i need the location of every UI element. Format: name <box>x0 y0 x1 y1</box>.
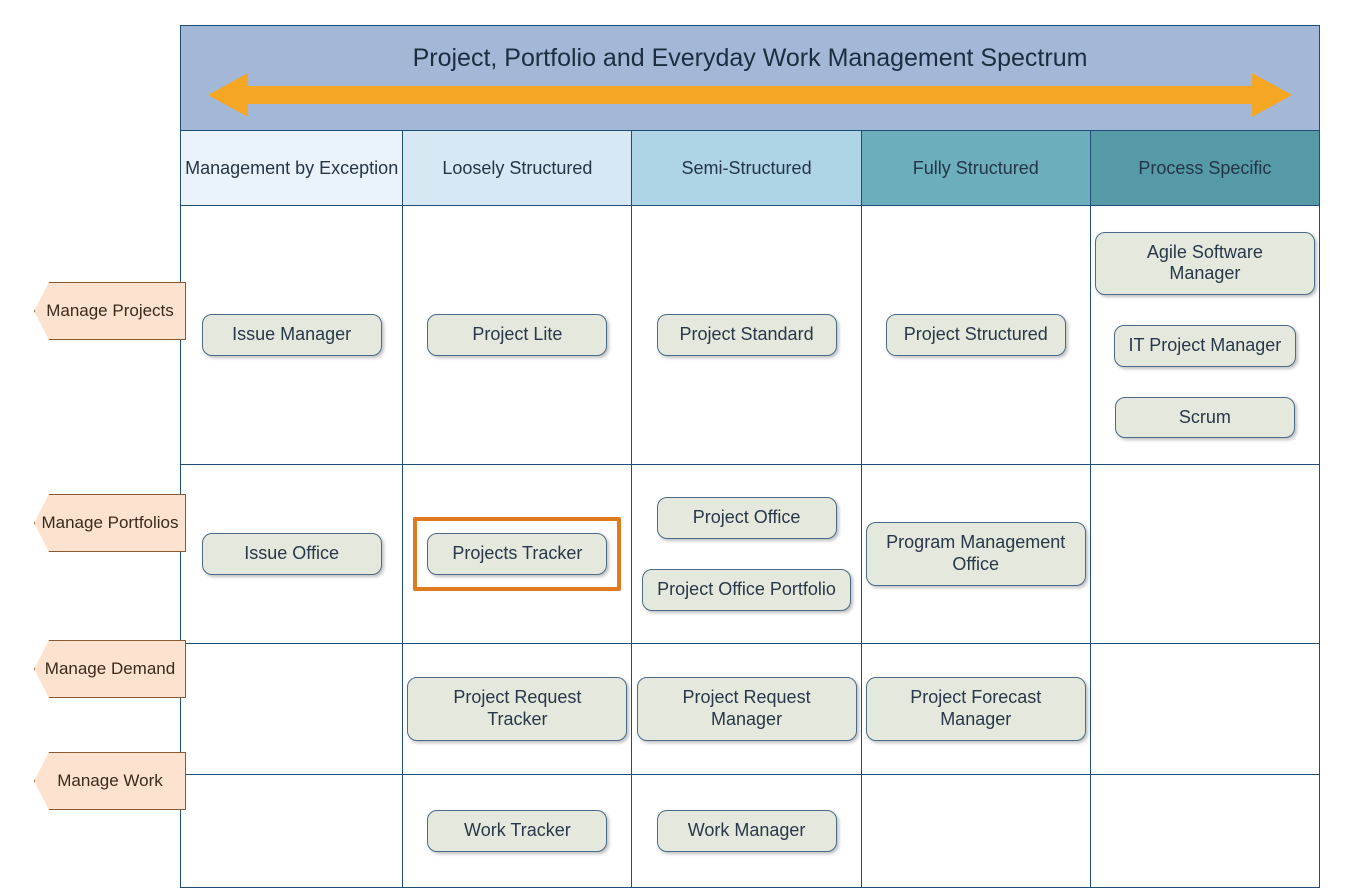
product-chip: Project Office Portfolio <box>642 569 851 611</box>
chip-stack: Project Office Project Office Portfolio <box>636 491 856 616</box>
grid-cell <box>1090 465 1319 644</box>
diagram-title-cell: Project, Portfolio and Everyday Work Man… <box>181 26 1320 131</box>
grid-cell: Projects Tracker <box>403 465 632 644</box>
product-chip: Issue Office <box>202 533 382 575</box>
chip-stack: Project Request Manager <box>636 671 856 746</box>
highlight-frame: Projects Tracker <box>413 517 621 591</box>
grid-cell: Project Lite <box>403 206 632 465</box>
chip-stack: Work Tracker <box>407 804 627 858</box>
chip-stack: Issue Office <box>185 527 398 581</box>
grid-cell: Project Standard <box>632 206 861 465</box>
product-chip: Work Tracker <box>427 810 607 852</box>
diagram-title: Project, Portfolio and Everyday Work Man… <box>185 44 1315 113</box>
product-chip: Project Request Manager <box>637 677 857 740</box>
product-chip: Project Lite <box>427 314 607 356</box>
product-chip: Issue Manager <box>202 314 382 356</box>
chip-stack: Project Lite <box>407 308 627 362</box>
chip-stack: Work Manager <box>636 804 856 858</box>
product-chip: Project Forecast Manager <box>866 677 1086 740</box>
product-chip: Project Standard <box>657 314 837 356</box>
chip-stack: Issue Manager <box>185 308 398 362</box>
title-row: Project, Portfolio and Everyday Work Man… <box>181 26 1320 131</box>
grid-cell: Work Tracker <box>403 775 632 888</box>
grid-cell: Project Office Project Office Portfolio <box>632 465 861 644</box>
column-header: Loosely Structured <box>403 131 632 206</box>
spectrum-diagram: Project, Portfolio and Everyday Work Man… <box>0 0 1346 847</box>
grid-cell: Agile Software Manager IT Project Manager… <box>1090 206 1319 465</box>
product-chip: Program Management Office <box>866 522 1086 585</box>
column-header: Semi-Structured <box>632 131 861 206</box>
body-row: Project Request TrackerProject Request M… <box>181 644 1320 775</box>
product-chip: IT Project Manager <box>1114 325 1297 367</box>
grid-cell: Project Structured <box>861 206 1090 465</box>
grid-cell: Issue Manager <box>181 206 403 465</box>
chip-stack: Agile Software Manager IT Project Manager… <box>1095 226 1315 444</box>
body-row: Issue Office Projects Tracker Project Offi… <box>181 465 1320 644</box>
row-category-tag: Manage Work <box>34 752 186 810</box>
grid-cell: Project Forecast Manager <box>861 644 1090 775</box>
chip-stack: Project Request Tracker <box>407 671 627 746</box>
grid-cell: Program Management Office <box>861 465 1090 644</box>
chip-stack: Program Management Office <box>866 516 1086 591</box>
product-chip: Agile Software Manager <box>1095 232 1315 295</box>
grid-cell: Project Request Tracker <box>403 644 632 775</box>
grid-cell: Project Request Manager <box>632 644 861 775</box>
grid-cell <box>1090 644 1319 775</box>
product-chip: Work Manager <box>657 810 837 852</box>
column-header: Management by Exception <box>181 131 403 206</box>
grid-cell: Issue Office <box>181 465 403 644</box>
chip-stack: Projects Tracker <box>407 517 627 591</box>
chip-stack: Project Structured <box>866 308 1086 362</box>
grid-cell <box>861 775 1090 888</box>
product-chip: Scrum <box>1115 397 1295 439</box>
body-row: Issue Manager Project Lite Project Standar… <box>181 206 1320 465</box>
body-row: Work Tracker Work Manager <box>181 775 1320 888</box>
grid-cell: Work Manager <box>632 775 861 888</box>
grid-cell <box>181 644 403 775</box>
column-header-row: Management by ExceptionLoosely Structure… <box>181 131 1320 206</box>
product-chip: Project Structured <box>886 314 1066 356</box>
grid-cell <box>1090 775 1319 888</box>
product-chip: Projects Tracker <box>427 533 607 575</box>
chip-stack: Project Forecast Manager <box>866 671 1086 746</box>
grid-cell <box>181 775 403 888</box>
row-category-tag: Manage Projects <box>34 282 186 340</box>
row-category-tag: Manage Demand <box>34 640 186 698</box>
column-header: Fully Structured <box>861 131 1090 206</box>
chip-stack: Project Standard <box>636 308 856 362</box>
row-category-tag: Manage Portfolios <box>34 494 186 552</box>
spectrum-grid: Project, Portfolio and Everyday Work Man… <box>180 25 1320 888</box>
product-chip: Project Office <box>657 497 837 539</box>
column-header: Process Specific <box>1090 131 1319 206</box>
product-chip: Project Request Tracker <box>407 677 627 740</box>
